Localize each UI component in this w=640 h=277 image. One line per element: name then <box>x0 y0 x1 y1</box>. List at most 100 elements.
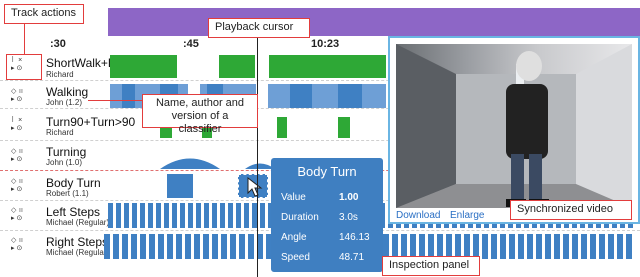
track-name[interactable]: Turning <box>46 145 86 159</box>
track-name[interactable]: Walking <box>46 85 88 99</box>
callout-track-actions-box <box>6 54 42 80</box>
step-bar <box>164 203 169 228</box>
step-bar <box>185 234 191 259</box>
callout-synced-video: Synchronized video <box>510 200 632 220</box>
step-bar <box>108 203 113 228</box>
track-author: John (1.0) <box>46 158 83 167</box>
video-frame <box>396 44 632 208</box>
callout-track-actions: Track actions <box>4 4 84 24</box>
track-author: Michael (Regular) <box>46 248 110 257</box>
track-segment[interactable] <box>268 84 386 108</box>
track-author: Richard <box>46 70 74 79</box>
step-bar <box>180 203 185 228</box>
step-bar <box>148 203 153 228</box>
step-bar <box>167 234 173 259</box>
step-bar <box>500 234 506 259</box>
callout-text: Inspection panel <box>389 259 470 271</box>
step-bar <box>608 234 614 259</box>
step-bar <box>563 234 569 259</box>
step-bar <box>104 234 110 259</box>
track-name[interactable]: Left Steps <box>46 205 100 219</box>
step-bar <box>536 234 542 259</box>
track-actions[interactable]: ◇ ⠶ ▸ ⊙ <box>11 148 23 164</box>
track-action-play[interactable]: ▸ ⊙ <box>11 215 23 223</box>
step-bar <box>131 234 137 259</box>
track-actions[interactable]: ◇ ⠶ ▸ ⊙ <box>11 178 23 194</box>
track-segment[interactable] <box>110 55 177 78</box>
step-bar <box>124 203 129 228</box>
track-action-menu[interactable]: ◇ ⠶ <box>11 237 23 245</box>
step-bar <box>590 234 596 259</box>
step-bar <box>491 234 497 259</box>
track-segment[interactable] <box>277 117 287 138</box>
callout-playback-cursor: Playback cursor <box>208 18 310 38</box>
step-bar <box>140 234 146 259</box>
step-bar <box>236 203 241 228</box>
callout-line <box>24 24 25 54</box>
step-bar <box>239 234 245 259</box>
track-action-menu[interactable]: ◇ ⠶ <box>11 148 23 156</box>
track-action-play[interactable]: ▸ ⊙ <box>11 245 23 253</box>
step-bar <box>228 203 233 228</box>
track-actions[interactable]: ⠇ × ▸ ⊙ <box>11 117 22 133</box>
step-bar <box>554 234 560 259</box>
track-author: John (1.2) <box>46 98 83 107</box>
track-segment[interactable] <box>122 84 135 108</box>
step-bar <box>221 234 227 259</box>
track-segment[interactable] <box>167 174 193 198</box>
track-action-play[interactable]: ▸ ⊙ <box>11 156 23 164</box>
track-action-play[interactable]: ▸ ⊙ <box>11 125 22 133</box>
track-segment[interactable] <box>219 55 255 78</box>
step-bar <box>220 203 225 228</box>
step-bar <box>122 234 128 259</box>
step-bar <box>176 234 182 259</box>
callout-text: Playback cursor <box>215 21 294 33</box>
download-link[interactable]: Download <box>396 210 440 221</box>
track-actions[interactable]: ◇ ⠶ ▸ ⊙ <box>11 237 23 253</box>
step-bar <box>509 234 515 259</box>
enlarge-link[interactable]: Enlarge <box>450 210 484 221</box>
track-action-play[interactable]: ▸ ⊙ <box>11 96 23 104</box>
track-action-menu[interactable]: ◇ ⠶ <box>11 207 23 215</box>
step-bar <box>518 234 524 259</box>
inspection-label: Value <box>281 192 306 203</box>
step-bar <box>230 234 236 259</box>
inspection-value: 3.0s <box>339 212 358 223</box>
synchronized-video[interactable] <box>396 44 632 208</box>
step-bar <box>260 203 265 228</box>
step-bar <box>149 234 155 259</box>
step-bar <box>156 203 161 228</box>
step-bar <box>244 203 249 228</box>
step-bar <box>172 203 177 228</box>
track-segment[interactable] <box>338 117 350 138</box>
step-bar <box>581 234 587 259</box>
callout-text: Synchronized video <box>517 203 614 215</box>
step-bar <box>212 203 217 228</box>
step-bar <box>599 234 605 259</box>
track-actions[interactable]: ◇ ⠶ ▸ ⊙ <box>11 207 23 223</box>
video-panel: Download Enlarge <box>388 36 640 224</box>
callout-text: Track actions <box>11 7 77 19</box>
inspection-panel: Body Turn Value 1.00 Duration 3.0s Angle… <box>271 158 383 272</box>
track-segment[interactable] <box>290 84 312 108</box>
track-action-menu[interactable]: ⠇ × <box>11 117 22 125</box>
step-bar <box>132 203 137 228</box>
playback-cursor[interactable] <box>257 20 258 277</box>
track-segment[interactable] <box>338 84 362 108</box>
step-bar <box>545 234 551 259</box>
track-action-play[interactable]: ▸ ⊙ <box>11 186 23 194</box>
track-action-menu[interactable]: ◇ ⠶ <box>11 88 23 96</box>
step-bar <box>188 203 193 228</box>
callout-line <box>88 100 142 101</box>
track-name[interactable]: Right Steps <box>46 235 108 249</box>
inspection-label: Duration <box>281 212 319 223</box>
step-bar <box>140 203 145 228</box>
inspection-title: Body Turn <box>297 164 357 179</box>
track-name[interactable]: Body Turn <box>46 176 101 190</box>
time-tick: 10:23 <box>311 38 340 50</box>
track-name[interactable]: Turn90+Turn>90 <box>46 115 135 129</box>
step-bar <box>482 234 488 259</box>
track-segment[interactable] <box>269 55 386 78</box>
track-action-menu[interactable]: ◇ ⠶ <box>11 178 23 186</box>
track-actions[interactable]: ◇ ⠶ ▸ ⊙ <box>11 88 23 104</box>
